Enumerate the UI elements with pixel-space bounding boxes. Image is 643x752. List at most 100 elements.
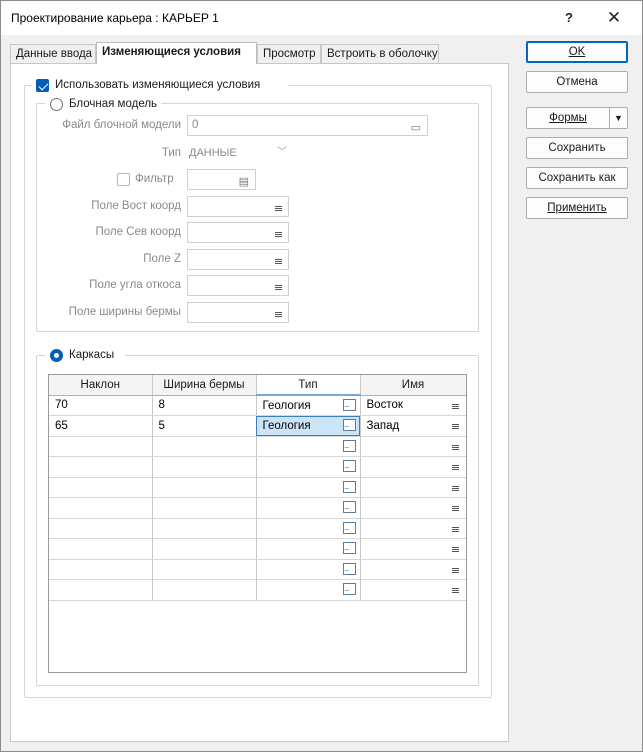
berm-cell[interactable]: [152, 518, 257, 539]
slope-cell[interactable]: [49, 456, 153, 478]
table-row[interactable]: 65 5 Геология Запад: [49, 415, 466, 437]
name-cell[interactable]: Запад: [360, 415, 466, 437]
chevron-down-icon[interactable]: ▼: [609, 108, 627, 128]
table-row[interactable]: [49, 538, 466, 560]
tab-embed-shell[interactable]: Встроить в оболочку: [321, 44, 439, 63]
filter-checkbox[interactable]: [117, 173, 130, 186]
ok-button[interactable]: OK: [526, 41, 628, 63]
list-icon[interactable]: [451, 524, 459, 536]
name-cell[interactable]: [360, 477, 466, 498]
berm-cell[interactable]: [152, 436, 257, 457]
block-model-file-input[interactable]: 0 ▭: [187, 115, 428, 136]
berm-cell[interactable]: [152, 559, 257, 580]
type-cell[interactable]: Геология: [256, 395, 361, 416]
column-header-slope[interactable]: Наклон: [49, 375, 153, 396]
berm-cell[interactable]: [152, 456, 257, 478]
name-cell[interactable]: [360, 559, 466, 580]
berm-cell[interactable]: [152, 579, 257, 601]
column-header-name[interactable]: Имя: [360, 375, 466, 396]
slope-cell[interactable]: [49, 436, 153, 457]
table-row[interactable]: [49, 518, 466, 539]
forms-split-button[interactable]: Формы ▼: [526, 107, 628, 129]
list-icon[interactable]: [451, 503, 459, 515]
berm-cell[interactable]: [152, 538, 257, 560]
block-model-radio[interactable]: [50, 98, 63, 111]
berm-cell[interactable]: [152, 497, 257, 519]
table-row[interactable]: [49, 559, 466, 580]
cancel-button[interactable]: Отмена: [526, 71, 628, 93]
slope-cell[interactable]: [49, 559, 153, 580]
browse-ellipsis-icon[interactable]: [342, 542, 356, 554]
browse-ellipsis-icon[interactable]: [342, 439, 356, 452]
table-row[interactable]: [49, 456, 466, 478]
browse-ellipsis-icon[interactable]: [342, 399, 356, 411]
name-cell[interactable]: [360, 579, 466, 601]
type-select[interactable]: ДАННЫЕ ﹀: [187, 143, 289, 163]
table-row[interactable]: [49, 436, 466, 457]
list-icon[interactable]: [451, 565, 459, 577]
help-button[interactable]: ?: [547, 1, 591, 35]
type-cell[interactable]: [256, 538, 361, 560]
save-as-button[interactable]: Сохранить как: [526, 167, 628, 189]
table-row[interactable]: 70 8 Геология Восток: [49, 395, 466, 416]
slope-cell[interactable]: [49, 579, 153, 601]
type-cell[interactable]: [256, 559, 361, 580]
close-button[interactable]: ✕: [592, 1, 636, 35]
browse-ellipsis-icon[interactable]: [342, 583, 356, 595]
wireframes-radio[interactable]: [50, 349, 63, 362]
folder-browse-icon[interactable]: ▭: [411, 119, 421, 138]
name-cell[interactable]: [360, 538, 466, 560]
tab-input-data[interactable]: Данные ввода: [10, 44, 96, 63]
name-cell[interactable]: [360, 497, 466, 519]
slope-cell[interactable]: 65: [49, 415, 153, 437]
slope-cell[interactable]: 70: [49, 395, 153, 416]
berm-cell[interactable]: [152, 477, 257, 498]
list-icon[interactable]: [451, 483, 459, 495]
slope-cell[interactable]: [49, 477, 153, 498]
apply-button[interactable]: Применить: [526, 197, 628, 219]
north-field-select[interactable]: [187, 222, 289, 243]
name-cell[interactable]: [360, 436, 466, 457]
name-cell[interactable]: [360, 518, 466, 539]
tab-preview[interactable]: Просмотр: [257, 44, 321, 63]
browse-ellipsis-icon[interactable]: [342, 501, 356, 513]
browse-ellipsis-icon[interactable]: [342, 419, 356, 431]
slope-cell[interactable]: [49, 497, 153, 519]
list-icon[interactable]: [451, 585, 459, 597]
berm-field-select[interactable]: [187, 302, 289, 323]
save-button[interactable]: Сохранить: [526, 137, 628, 159]
name-cell[interactable]: [360, 456, 466, 478]
slope-cell[interactable]: [49, 518, 153, 539]
browse-ellipsis-icon[interactable]: [342, 460, 356, 472]
list-icon[interactable]: [451, 442, 459, 454]
slope-field-select[interactable]: [187, 275, 289, 296]
list-icon[interactable]: [451, 421, 459, 433]
type-cell[interactable]: [256, 436, 361, 457]
berm-cell[interactable]: 8: [152, 395, 257, 416]
tab-varying-conditions[interactable]: Изменяющиеся условия: [96, 42, 257, 64]
berm-cell[interactable]: 5: [152, 415, 257, 437]
type-cell[interactable]: [256, 456, 361, 478]
table-row[interactable]: [49, 497, 466, 519]
east-field-select[interactable]: [187, 196, 289, 217]
browse-ellipsis-icon[interactable]: [342, 480, 356, 493]
type-cell[interactable]: [256, 518, 361, 539]
list-icon[interactable]: [451, 544, 459, 556]
filter-editor-icon[interactable]: ▤: [239, 173, 249, 192]
browse-ellipsis-icon[interactable]: [342, 521, 356, 534]
type-cell[interactable]: [256, 579, 361, 601]
table-row[interactable]: [49, 477, 466, 498]
name-cell[interactable]: Восток: [360, 395, 466, 416]
type-cell[interactable]: Геология: [256, 415, 361, 437]
table-row[interactable]: [49, 579, 466, 601]
list-icon[interactable]: [451, 462, 459, 474]
slope-cell[interactable]: [49, 538, 153, 560]
filter-input[interactable]: ▤: [187, 169, 256, 190]
z-field-select[interactable]: [187, 249, 289, 270]
type-cell[interactable]: [256, 477, 361, 498]
column-header-type[interactable]: Тип: [256, 375, 361, 396]
use-conditions-checkbox[interactable]: [36, 79, 49, 92]
browse-ellipsis-icon[interactable]: [342, 562, 356, 575]
type-cell[interactable]: [256, 497, 361, 519]
list-icon[interactable]: [451, 401, 459, 413]
